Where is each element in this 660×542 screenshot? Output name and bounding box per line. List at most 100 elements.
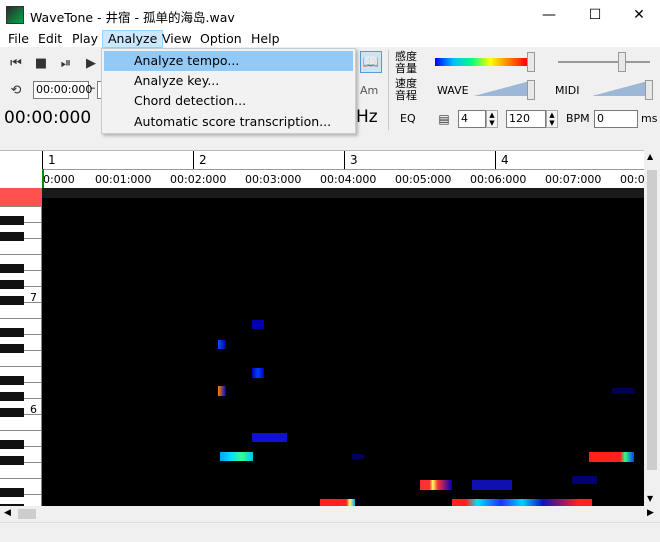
menu-analyze-key[interactable]: Analyze key... — [104, 71, 353, 91]
timeline-ruler[interactable]: 1 2 3 4 0:000 00:01:000 00:02:000 00:03:… — [42, 150, 645, 189]
volume-slider-track[interactable] — [558, 61, 650, 63]
playhead-marker[interactable] — [42, 169, 44, 189]
menu-score-transcription[interactable]: Automatic score transcription... — [104, 112, 353, 132]
offset-field[interactable]: 0 — [594, 110, 638, 128]
piano-keyboard[interactable]: 7 6 — [0, 188, 42, 506]
horizontal-scrollbar[interactable]: ◀ ▶ — [0, 506, 660, 522]
midi-label: MIDI — [555, 84, 580, 97]
play-icon[interactable]: ▶ — [80, 52, 102, 74]
menu-play[interactable]: Play — [67, 30, 103, 48]
menu-analyze-tempo[interactable]: Analyze tempo... — [104, 51, 353, 71]
chord-am-button[interactable]: Am — [360, 84, 378, 97]
spectrum-blob — [472, 480, 512, 490]
vertical-scroll-thumb[interactable] — [647, 170, 657, 470]
spectrum-blob — [252, 320, 264, 329]
grid-icon[interactable]: ▤ — [433, 108, 455, 130]
midi-volume-wedge[interactable] — [590, 82, 646, 96]
horizontal-scroll-thumb[interactable] — [18, 509, 36, 519]
minimize-button[interactable]: — — [526, 0, 572, 30]
menu-option[interactable]: Option — [195, 30, 247, 48]
time-label: 00:04:000 — [320, 173, 377, 186]
volume-slider-thumb[interactable] — [618, 52, 626, 72]
measure-marker: 3 — [344, 151, 358, 169]
stop-icon[interactable]: ■ — [30, 52, 52, 74]
timeline-divider — [42, 169, 644, 170]
scroll-up-arrow[interactable]: ▲ — [647, 152, 653, 161]
ms-label: ms — [641, 112, 658, 125]
time-label: 00:05:000 — [395, 173, 452, 186]
title-bar: WaveTone - 井宿 - 孤单的海岛.wav — ☐ ✕ — [0, 0, 660, 30]
sensitivity-slider-thumb[interactable] — [527, 52, 535, 72]
black-key — [0, 328, 24, 337]
wave-volume-thumb[interactable] — [527, 80, 535, 100]
app-icon — [6, 6, 24, 24]
menu-view[interactable]: View — [157, 30, 197, 48]
black-key — [0, 440, 24, 449]
spectrum-blob — [220, 452, 253, 461]
time-label: 00:07:000 — [545, 173, 602, 186]
white-key-divider — [0, 430, 41, 431]
scroll-left-arrow[interactable]: ◀ — [4, 508, 11, 518]
spectrum-blob — [612, 388, 634, 394]
black-key — [0, 232, 24, 241]
tempo-field[interactable]: 120 — [506, 110, 546, 128]
maximize-button[interactable]: ☐ — [572, 0, 618, 30]
time-label: 00:03:000 — [245, 173, 302, 186]
black-key — [0, 344, 24, 353]
speed-label: 速度音程 — [395, 77, 417, 102]
tempo-spinner[interactable]: ▲ ▼ — [546, 110, 558, 128]
black-key — [0, 376, 24, 385]
wave-volume-wedge[interactable] — [472, 82, 528, 96]
wave-label: WAVE — [437, 84, 469, 97]
black-key — [0, 408, 24, 417]
midi-volume-thumb[interactable] — [645, 80, 653, 100]
highlighted-key — [0, 188, 41, 206]
menu-file[interactable]: File — [3, 30, 34, 48]
black-key — [0, 280, 24, 289]
measure-marker: 1 — [42, 151, 56, 169]
time-label: 00:06:000 — [470, 173, 527, 186]
close-button[interactable]: ✕ — [616, 0, 660, 30]
white-key-divider — [0, 318, 41, 319]
scroll-down-arrow[interactable]: ▼ — [647, 494, 653, 503]
measure-marker: 2 — [193, 151, 207, 169]
black-key — [0, 488, 24, 497]
menu-chord-detection[interactable]: Chord detection... — [104, 91, 353, 111]
pause-play-icon[interactable]: ⏯ — [55, 52, 77, 74]
wavetone-window: WaveTone - 井宿 - 孤单的海岛.wav — ☐ ✕ File Edi… — [0, 0, 660, 542]
window-title: WaveTone - 井宿 - 孤单的海岛.wav — [30, 10, 235, 25]
analyze-dropdown-menu: Analyze tempo... Analyze key... Chord de… — [101, 48, 356, 134]
white-key-divider — [0, 366, 41, 367]
white-key-divider — [0, 478, 41, 479]
black-key — [0, 264, 24, 273]
spectrum-blob — [218, 386, 226, 396]
sensitivity-gradient-bar — [435, 58, 527, 66]
time-display: 00:00:000 — [4, 108, 92, 128]
scroll-right-arrow[interactable]: ▶ — [647, 508, 654, 518]
spectrogram-view[interactable] — [42, 188, 644, 506]
black-key — [0, 456, 24, 465]
octave-label: 7 — [30, 291, 37, 304]
menu-help[interactable]: Help — [246, 30, 285, 48]
spectrogram-top-band — [42, 188, 644, 198]
menu-analyze[interactable]: Analyze — [102, 30, 164, 48]
loop-icon[interactable]: ⟲ — [5, 79, 27, 101]
time-label: 00:0 — [620, 173, 645, 186]
spectrum-blob — [572, 476, 597, 484]
beats-field[interactable]: 4 — [458, 110, 486, 128]
eq-button[interactable]: EQ — [400, 112, 416, 125]
loop-start-field[interactable]: 00:00:000 — [33, 81, 92, 99]
spectrum-blob — [218, 340, 226, 349]
toolbar-separator — [388, 50, 389, 130]
status-bar — [0, 522, 660, 542]
book-icon[interactable]: 📖 — [360, 51, 382, 73]
hz-label: Hz — [356, 107, 378, 127]
spectrum-blob — [452, 499, 592, 506]
octave-label: 6 — [30, 403, 37, 416]
vertical-scrollbar[interactable]: ▲ ▼ — [644, 150, 660, 506]
menu-edit[interactable]: Edit — [33, 30, 67, 48]
beats-spinner[interactable]: ▲ ▼ — [486, 110, 498, 128]
spectrum-blob — [252, 433, 287, 442]
rewind-icon[interactable]: ⏮ — [5, 52, 27, 74]
time-label: 00:02:000 — [170, 173, 227, 186]
